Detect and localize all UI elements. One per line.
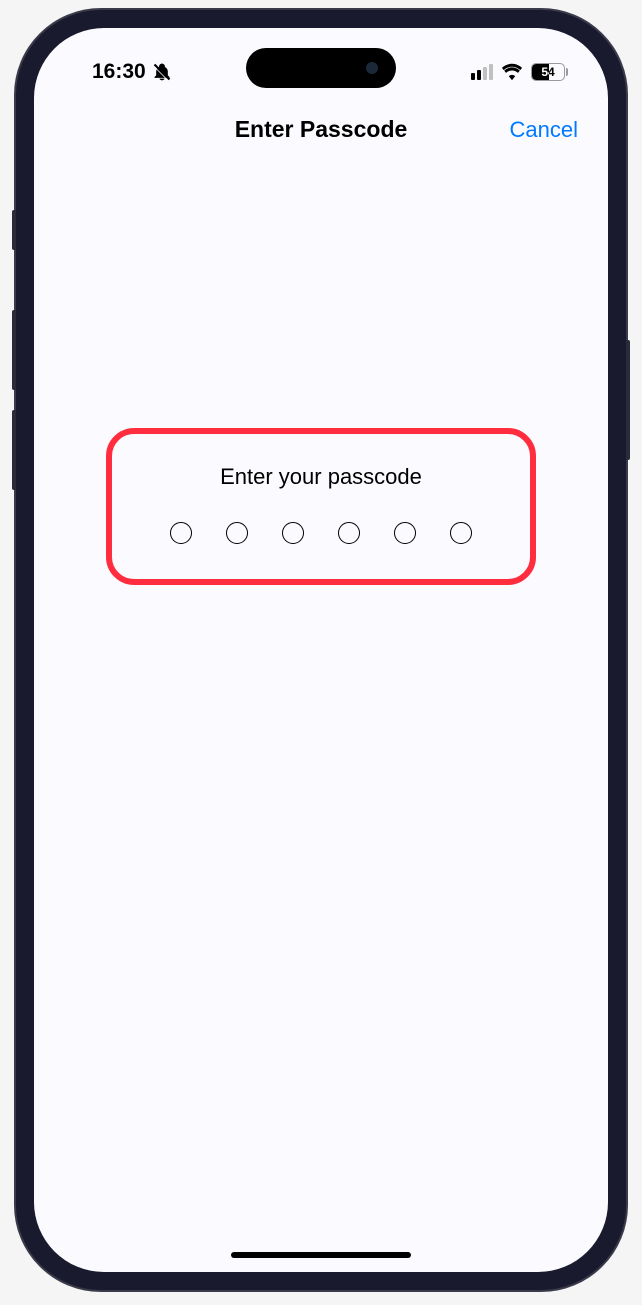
volume-up-button: [12, 310, 16, 390]
nav-bar: Enter Passcode Cancel: [34, 98, 608, 161]
battery-icon: 54: [531, 63, 568, 81]
passcode-dot: [282, 522, 304, 544]
passcode-dot: [170, 522, 192, 544]
passcode-dot: [394, 522, 416, 544]
status-right: 54: [471, 63, 568, 81]
status-time: 16:30: [92, 60, 146, 84]
power-button: [626, 340, 630, 460]
status-left: 16:30: [92, 60, 172, 84]
passcode-prompt: Enter your passcode: [220, 464, 422, 490]
cancel-button[interactable]: Cancel: [510, 117, 578, 143]
dynamic-island: [246, 48, 396, 88]
wifi-icon: [501, 63, 523, 81]
silent-mode-icon: [152, 62, 172, 82]
volume-down-button: [12, 410, 16, 490]
passcode-entry-highlight: Enter your passcode: [106, 428, 536, 585]
battery-percent: 54: [532, 64, 564, 80]
page-title: Enter Passcode: [235, 116, 408, 143]
cellular-signal-icon: [471, 64, 493, 80]
phone-frame: 16:30: [16, 10, 626, 1290]
home-indicator[interactable]: [231, 1252, 411, 1258]
screen: 16:30: [34, 28, 608, 1272]
passcode-dot: [338, 522, 360, 544]
silent-switch: [12, 210, 16, 250]
passcode-dot: [226, 522, 248, 544]
passcode-input[interactable]: [170, 522, 472, 544]
passcode-dot: [450, 522, 472, 544]
